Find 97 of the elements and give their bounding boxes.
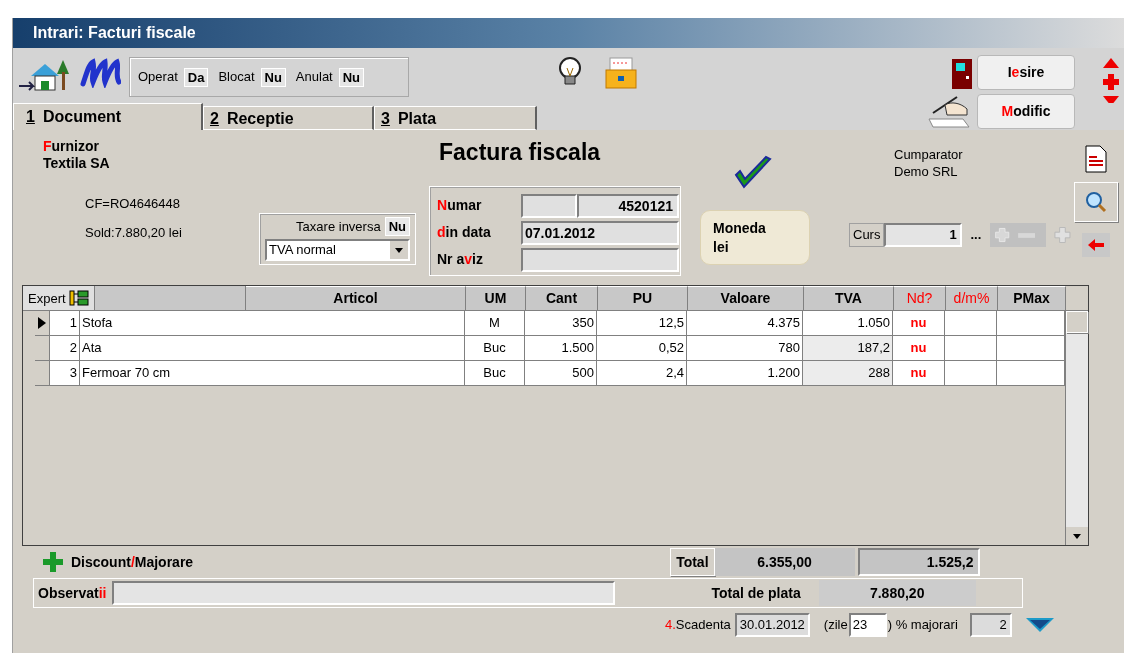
down-triangle-icon[interactable] — [1025, 618, 1054, 632]
exit-button[interactable]: Iesire — [977, 55, 1075, 90]
tab[interactable]: 1 Document — [13, 103, 203, 130]
total-vat-value: 1.525,2 — [857, 548, 980, 576]
field-label: din data — [437, 223, 492, 242]
rate-lookup-button[interactable]: ... — [961, 223, 990, 247]
column-header[interactable]: Cant — [526, 286, 598, 311]
table-cell: 3 — [50, 361, 80, 385]
column-header[interactable]: TVA — [804, 286, 894, 311]
total-label: Total — [670, 548, 715, 576]
field-label: Numar — [437, 196, 483, 215]
field-label: Nr aviz — [437, 250, 484, 269]
grand-total-value: 7.880,20 — [818, 580, 976, 606]
supplier-label: Furnizor — [43, 138, 100, 155]
document-title: Factura fiscala — [439, 138, 602, 166]
vertical-scrollbar[interactable] — [1066, 311, 1088, 545]
left-arrow-icon — [1088, 239, 1104, 251]
notes-label: Observatii — [38, 583, 107, 603]
tree-icon[interactable] — [68, 290, 89, 306]
supplier-tax-id: CF=RO4646448 — [85, 195, 182, 213]
table-cell: 1.500 — [525, 336, 597, 360]
down-arrow-icon[interactable] — [1103, 96, 1119, 106]
table-cell: Buc — [465, 336, 525, 360]
column-header[interactable]: UM — [466, 286, 526, 311]
plus-icon — [1054, 226, 1071, 244]
column-header[interactable]: PMax — [998, 286, 1066, 311]
buyer-name: Demo SRL — [894, 163, 959, 180]
due-date-field[interactable]: 30.01.2012 — [734, 613, 810, 637]
document-icon[interactable] — [1085, 145, 1107, 173]
surcharge-label: ) % majorari — [887, 616, 958, 635]
table-cell: Buc — [465, 361, 525, 385]
column-header[interactable]: Articol — [246, 286, 466, 311]
rate-field[interactable]: 1 — [884, 223, 962, 247]
status-label: Blocat — [218, 68, 255, 87]
table-cell: 2,4 — [597, 361, 687, 385]
due-date-label: 4.Scadenta — [665, 616, 731, 635]
status-value: Nu — [338, 67, 365, 87]
table-cell: 350 — [525, 311, 597, 335]
column-header[interactable]: Valoare — [688, 286, 804, 311]
supplier-name: Textila SA — [43, 155, 111, 172]
search-icon — [1085, 191, 1107, 213]
status-value: Nu — [260, 67, 286, 87]
tab[interactable]: 2 Receptie — [203, 106, 374, 130]
input-field[interactable] — [521, 193, 577, 218]
table-cell: Ata — [80, 336, 465, 360]
column-header[interactable]: PU — [598, 286, 688, 311]
input-field[interactable]: 07.01.2012 — [521, 220, 679, 245]
days-field[interactable]: 23 — [848, 613, 887, 637]
window-title: Intrari: Facturi fiscale — [33, 23, 196, 43]
door-icon — [951, 58, 973, 90]
rate-label: Curs — [849, 223, 885, 247]
reverse-charge-label: Taxare inversa — [296, 218, 381, 236]
reverse-charge-value: Nu — [384, 217, 410, 237]
table-cell: nu — [893, 311, 945, 335]
current-row-icon — [38, 317, 46, 329]
table-cell: Stofa — [80, 311, 465, 335]
input-field[interactable] — [521, 247, 679, 272]
grand-total-label: Total de plata — [711, 583, 801, 603]
row-indicator[interactable] — [35, 311, 50, 335]
notes-field[interactable] — [112, 581, 616, 605]
status-value: Da — [183, 67, 209, 87]
expert-column-header[interactable]: Expert — [23, 286, 246, 311]
status-label: Anulat — [295, 68, 333, 87]
status-label: Operat — [138, 68, 178, 87]
edit-button[interactable]: Modific — [977, 94, 1075, 129]
surcharge-field[interactable]: 2 — [969, 613, 1012, 637]
buyer-label: Cumparator — [894, 146, 964, 163]
add-remove-icon — [989, 223, 1047, 247]
table-cell: 2 — [50, 336, 80, 360]
plus-icon[interactable] — [1103, 74, 1119, 90]
discount-link[interactable]: Discount/Majorare — [71, 551, 194, 573]
plus-icon[interactable] — [43, 552, 63, 572]
search-button[interactable] — [1074, 182, 1118, 222]
table-cell: 500 — [525, 361, 597, 385]
back-arrow-button[interactable] — [1082, 233, 1110, 257]
total-value: 6.355,00 — [714, 548, 855, 576]
table-cell: Fermoar 70 cm — [80, 361, 465, 385]
scroll-thumb[interactable] — [1066, 311, 1088, 333]
letter-m-logo-icon — [79, 58, 121, 88]
table-cell: 1 — [50, 311, 80, 335]
up-arrow-icon[interactable] — [1103, 58, 1119, 68]
table-cell: 0,52 — [597, 336, 687, 360]
writing-hand-icon — [927, 93, 973, 129]
table-cell: nu — [893, 361, 945, 385]
supplier-balance: Sold:7.880,20 lei — [85, 223, 183, 242]
tab[interactable]: 3 Plata — [374, 106, 537, 130]
table-cell: nu — [893, 336, 945, 360]
scroll-down-icon[interactable] — [1066, 527, 1088, 545]
table-cell: 187,2 — [803, 336, 893, 360]
table-cell: M — [465, 311, 525, 335]
table-cell: 288 — [803, 361, 893, 385]
checkmark-icon — [732, 155, 772, 189]
vat-type-dropdown[interactable]: TVA normal — [265, 238, 410, 261]
document-number-field[interactable]: 4520121 — [577, 193, 679, 218]
table-cell: 12,5 — [597, 311, 687, 335]
days-label: (zile — [823, 616, 848, 635]
currency-button[interactable]: Moneda lei — [700, 210, 810, 265]
